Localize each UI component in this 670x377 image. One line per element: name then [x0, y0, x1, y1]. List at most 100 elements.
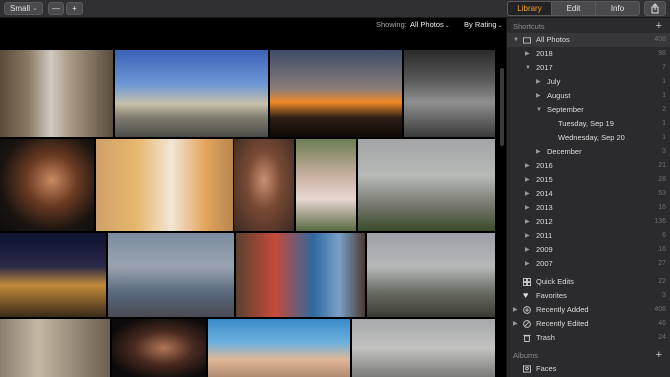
sidebar-item-july[interactable]: ▶ July 1: [507, 75, 670, 89]
sidebar-item-2009[interactable]: ▶ 2009 16: [507, 243, 670, 257]
disclosure-triangle-icon[interactable]: ▶: [536, 89, 541, 103]
sidebar-item-all-photos[interactable]: ▼ All Photos 408: [507, 33, 670, 47]
chevron-down-icon: ⌄: [32, 5, 38, 12]
sidebar-item-label: Quick Edits: [536, 277, 574, 286]
item-count: 24: [658, 334, 666, 341]
sidebar-item-2014[interactable]: ▶ 2014 53: [507, 187, 670, 201]
item-count: 46: [658, 320, 666, 327]
sidebar-item-2012[interactable]: ▶ 2012 136: [507, 215, 670, 229]
photo-thumbnail[interactable]: [270, 50, 402, 137]
sidebar-item-2016[interactable]: ▶ 2016 21: [507, 159, 670, 173]
sidebar-item-trash[interactable]: Trash 24: [507, 331, 670, 345]
disclosure-triangle-icon[interactable]: ▼: [525, 61, 531, 75]
sidebar-item-september[interactable]: ▼ September 2: [507, 103, 670, 117]
item-count: 6: [662, 232, 666, 239]
item-count: 1: [662, 92, 666, 99]
item-count: 2: [662, 106, 666, 113]
photo-thumbnail[interactable]: [0, 139, 94, 231]
sidebar-item-label: 2012: [536, 217, 553, 226]
sidebar-item-quick-edits[interactable]: Quick Edits 22: [507, 275, 670, 289]
disclosure-triangle-icon[interactable]: ▶: [525, 173, 530, 187]
zoom-in-button[interactable]: +: [66, 2, 83, 15]
share-icon: [651, 3, 659, 14]
photo-thumbnail[interactable]: [296, 139, 356, 231]
disclosure-triangle-icon[interactable]: ▶: [525, 187, 530, 201]
photo-thumbnail[interactable]: [0, 50, 113, 137]
item-count: 53: [658, 190, 666, 197]
item-count: 3: [662, 292, 666, 299]
folder-icon: [523, 37, 531, 44]
sidebar-item-2011[interactable]: ▶ 2011 6: [507, 229, 670, 243]
disclosure-triangle-icon[interactable]: ▶: [536, 75, 541, 89]
sidebar-item-label: 2009: [536, 245, 553, 254]
recently-edited-icon: [523, 320, 531, 328]
photo-thumbnail[interactable]: [236, 233, 365, 317]
sidebar-item-tuesday-sep-19[interactable]: Tuesday, Sep 19 1: [507, 117, 670, 131]
faces-icon: [523, 365, 531, 373]
sidebar-item-2018[interactable]: ▶ 2018 98: [507, 47, 670, 61]
disclosure-triangle-icon[interactable]: ▶: [525, 159, 530, 173]
sidebar-item-recently-edited[interactable]: ▶ Recently Edited 46: [507, 317, 670, 331]
item-count: 7: [662, 64, 666, 71]
showing-label: Showing:: [376, 20, 407, 29]
photo-thumbnail[interactable]: [112, 319, 206, 377]
sidebar-item-favorites[interactable]: ♥ Favorites 3: [507, 289, 670, 303]
sidebar-item-label: 2014: [536, 189, 553, 198]
share-button[interactable]: [644, 1, 666, 16]
disclosure-triangle-icon[interactable]: ▶: [525, 243, 530, 257]
photo-thumbnail[interactable]: [0, 233, 106, 317]
sidebar-item-recently-added[interactable]: ▶ Recently Added 408: [507, 303, 670, 317]
sidebar-item-label: 2018: [536, 49, 553, 58]
sidebar-item-label: Trash: [536, 333, 555, 342]
library-sidebar: Shortcuts + ▼ All Photos 408 ▶ 2018 98 ▼…: [506, 18, 670, 377]
item-count: 1: [662, 78, 666, 85]
add-shortcut-button[interactable]: +: [656, 21, 662, 32]
photo-thumbnail[interactable]: [404, 50, 495, 137]
grid-scrollbar[interactable]: [500, 68, 504, 146]
photo-thumbnail[interactable]: [115, 50, 268, 137]
sidebar-item-december[interactable]: ▶ December 3: [507, 145, 670, 159]
filter-bar: Showing: All Photos⌄ By Rating⌄: [0, 18, 506, 32]
sidebar-item-2015[interactable]: ▶ 2015 28: [507, 173, 670, 187]
disclosure-triangle-icon[interactable]: ▶: [525, 201, 530, 215]
disclosure-triangle-icon[interactable]: ▶: [525, 215, 530, 229]
tab-library[interactable]: Library: [507, 1, 552, 16]
photo-thumbnail[interactable]: [352, 319, 495, 377]
sort-value: By Rating: [464, 20, 497, 29]
item-count: 27: [658, 260, 666, 267]
thumbnail-size-select[interactable]: Small ⌄: [4, 2, 43, 15]
disclosure-triangle-icon[interactable]: ▶: [525, 229, 530, 243]
sidebar-item-label: August: [547, 91, 571, 100]
tab-edit[interactable]: Edit: [552, 1, 596, 16]
disclosure-triangle-icon[interactable]: ▶: [513, 303, 518, 317]
photo-thumbnail[interactable]: [108, 233, 234, 317]
photo-thumbnail[interactable]: [358, 139, 495, 231]
sort-select[interactable]: By Rating⌄: [464, 20, 503, 29]
sidebar-item-faces[interactable]: Faces: [507, 362, 670, 376]
photo-thumbnail[interactable]: [208, 319, 350, 377]
disclosure-triangle-icon[interactable]: ▼: [536, 103, 542, 117]
sidebar-item-2017[interactable]: ▼ 2017 7: [507, 61, 670, 75]
sidebar-item-wednesday-sep-20[interactable]: Wednesday, Sep 20 1: [507, 131, 670, 145]
disclosure-triangle-icon[interactable]: ▶: [525, 47, 530, 61]
sidebar-item-2007[interactable]: ▶ 2007 27: [507, 257, 670, 271]
photo-thumbnail[interactable]: [0, 319, 110, 377]
tab-info[interactable]: Info: [596, 1, 640, 16]
disclosure-triangle-icon[interactable]: ▶: [536, 145, 541, 159]
albums-header: Albums: [513, 351, 539, 360]
disclosure-triangle-icon[interactable]: ▶: [525, 257, 530, 271]
chevron-down-icon: ⌄: [444, 23, 450, 29]
disclosure-triangle-icon[interactable]: ▼: [513, 33, 519, 47]
item-count: 136: [654, 218, 666, 225]
sidebar-item-august[interactable]: ▶ August 1: [507, 89, 670, 103]
item-count: 1: [662, 134, 666, 141]
item-count: 28: [658, 176, 666, 183]
photo-thumbnail[interactable]: [234, 139, 294, 231]
disclosure-triangle-icon[interactable]: ▶: [513, 317, 518, 331]
zoom-out-button[interactable]: —: [48, 2, 64, 15]
add-album-button[interactable]: +: [656, 350, 662, 361]
sidebar-item-2013[interactable]: ▶ 2013 16: [507, 201, 670, 215]
photo-thumbnail[interactable]: [96, 139, 233, 231]
photo-thumbnail[interactable]: [367, 233, 495, 317]
showing-filter-select[interactable]: All Photos⌄: [410, 20, 450, 29]
